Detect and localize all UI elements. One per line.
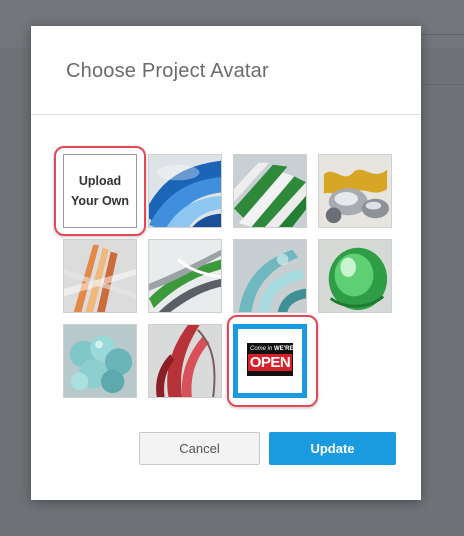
upload-own-avatar-tile[interactable]: Upload Your Own	[63, 154, 137, 228]
avatar-option-green-white-stripes[interactable]	[233, 154, 307, 228]
cancel-button[interactable]: Cancel	[139, 432, 260, 465]
open-sign-image: Come in WE'RE OPEN	[247, 343, 293, 376]
teal-bubble-image	[64, 325, 136, 397]
upload-label-line1: Upload	[78, 174, 122, 188]
orange-glass-image	[64, 240, 136, 312]
upload-label-line2: Your Own	[70, 194, 130, 208]
avatar-option-green-glass-blob[interactable]	[318, 239, 392, 313]
gold-silver-image	[319, 155, 391, 227]
green-silver-image	[149, 240, 221, 312]
background-divider	[420, 34, 464, 35]
red-ribbon-image	[149, 325, 221, 397]
avatar-option-red-ribbon-twist[interactable]	[148, 324, 222, 398]
avatar-option-orange-glass-bundle[interactable]	[63, 239, 137, 313]
open-sign-big-text: OPEN	[248, 354, 292, 371]
upload-tile-label: Upload Your Own	[71, 171, 129, 211]
open-sign-come-in: Come in	[250, 346, 273, 352]
green-glass-image	[319, 240, 391, 312]
teal-glass-image	[234, 240, 306, 312]
avatar-option-open-sign[interactable]: Come in WE'RE OPEN	[233, 324, 307, 398]
avatar-option-green-silver-twist[interactable]	[148, 239, 222, 313]
open-sign-small-text: Come in WE'RE	[250, 346, 293, 352]
green-stripes-image	[234, 155, 306, 227]
title-divider	[31, 114, 421, 115]
dialog-title: Choose Project Avatar	[66, 60, 269, 82]
avatar-option-gold-silver-spheres[interactable]	[318, 154, 392, 228]
avatar-option-teal-bubble-cluster[interactable]	[63, 324, 137, 398]
avatar-option-teal-glass-curls[interactable]	[233, 239, 307, 313]
background-divider-2	[420, 84, 464, 85]
update-button[interactable]: Update	[269, 432, 396, 465]
choose-avatar-dialog: Choose Project Avatar Upload Your Own Co…	[31, 26, 421, 500]
open-sign-were: WE'RE	[274, 346, 294, 352]
blue-ribbons-image	[149, 155, 221, 227]
avatar-option-blue-ribbons[interactable]	[148, 154, 222, 228]
